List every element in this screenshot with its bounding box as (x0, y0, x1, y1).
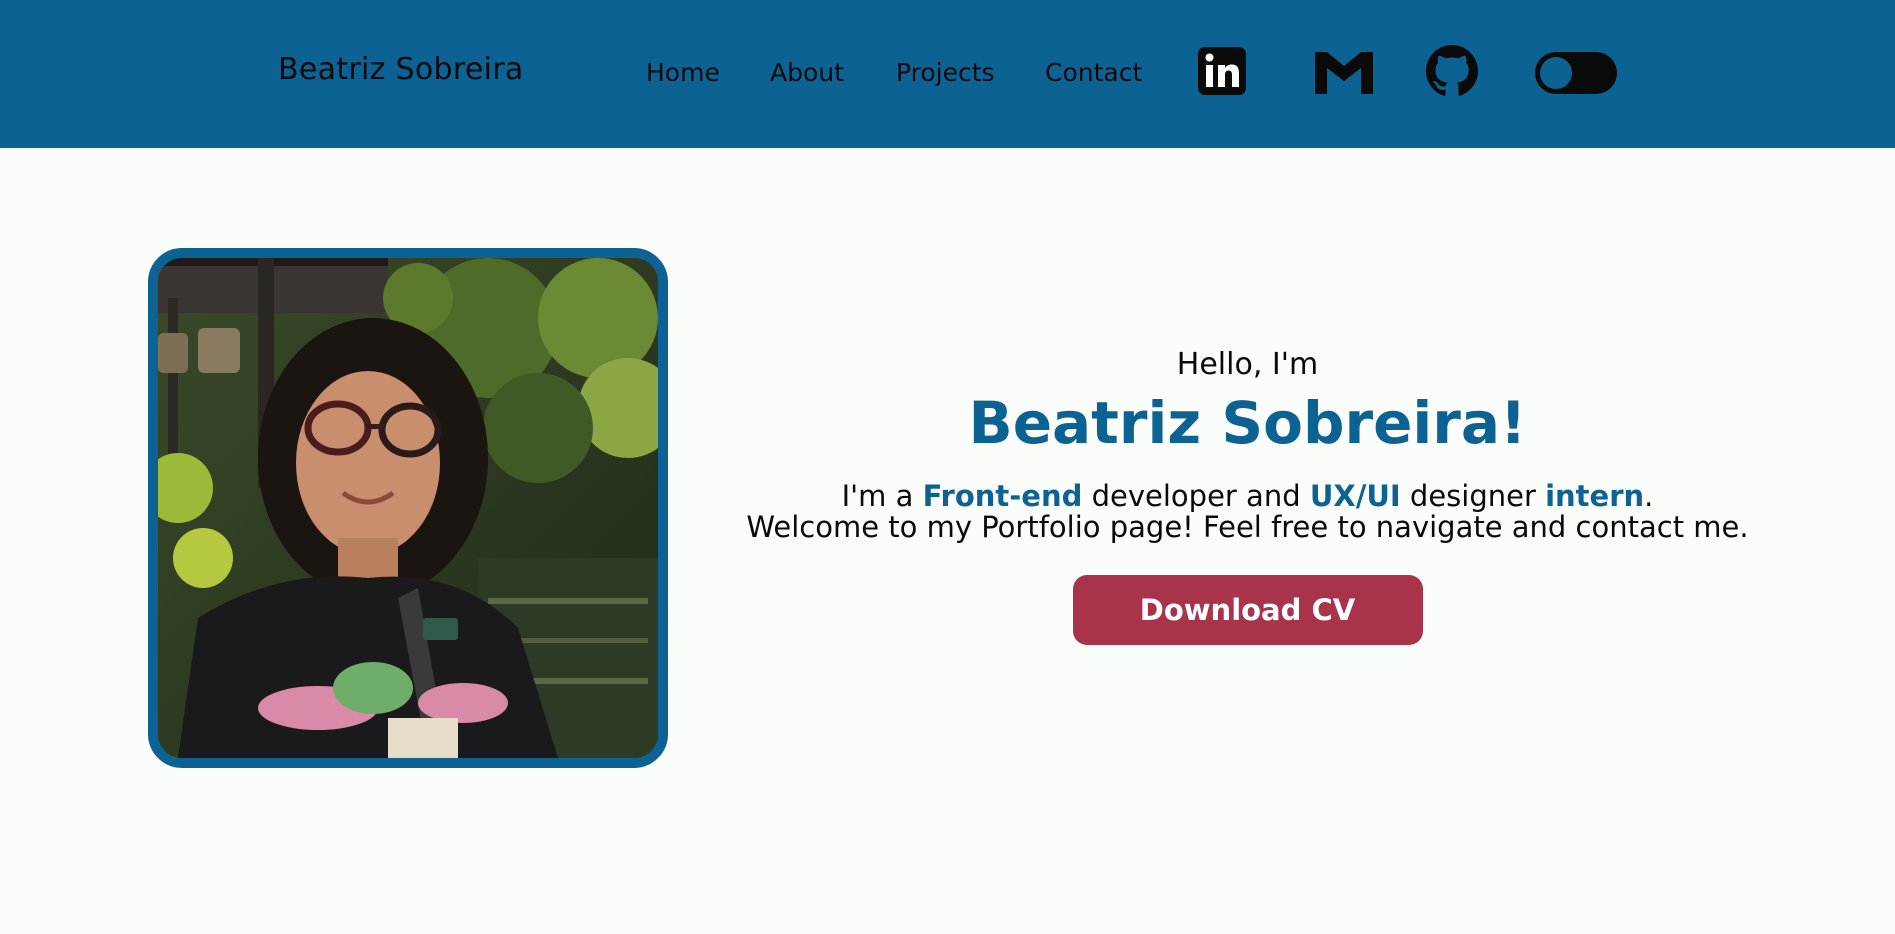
toggle-knob (1540, 57, 1572, 89)
highlight-uxui: UX/UI (1309, 479, 1401, 513)
brand-name[interactable]: Beatriz Sobreira (278, 52, 524, 87)
github-icon[interactable] (1426, 45, 1478, 97)
intro-text: I'm a Front-end developer and UX/UI desi… (745, 481, 1750, 543)
navbar: Beatriz Sobreira Home About Projects Con… (0, 0, 1895, 148)
download-cv-button[interactable]: Download CV (1072, 575, 1423, 645)
intro-text-part: I'm a (841, 479, 923, 513)
nav-link-about[interactable]: About (770, 58, 844, 87)
gmail-icon[interactable] (1312, 45, 1376, 97)
highlight-frontend: Front-end (922, 479, 1083, 513)
intro-text-part: developer and (1082, 479, 1310, 513)
hero-name: Beatriz Sobreira! (968, 389, 1527, 457)
welcome-text: Welcome to my Portfolio page! Feel free … (746, 510, 1749, 544)
nav-link-projects[interactable]: Projects (896, 58, 995, 87)
profile-photo-illustration (158, 258, 658, 758)
theme-toggle[interactable] (1535, 52, 1617, 94)
hero-section: Hello, I'm Beatriz Sobreira! I'm a Front… (745, 345, 1750, 645)
greeting: Hello, I'm (1176, 347, 1319, 382)
nav-link-contact[interactable]: Contact (1045, 58, 1142, 87)
nav-link-home[interactable]: Home (646, 58, 720, 87)
intro-text-part: . (1644, 479, 1654, 513)
intro-text-part: designer (1400, 479, 1546, 513)
highlight-intern: intern (1545, 479, 1645, 513)
linkedin-icon[interactable] (1196, 45, 1248, 97)
profile-photo (148, 248, 668, 768)
